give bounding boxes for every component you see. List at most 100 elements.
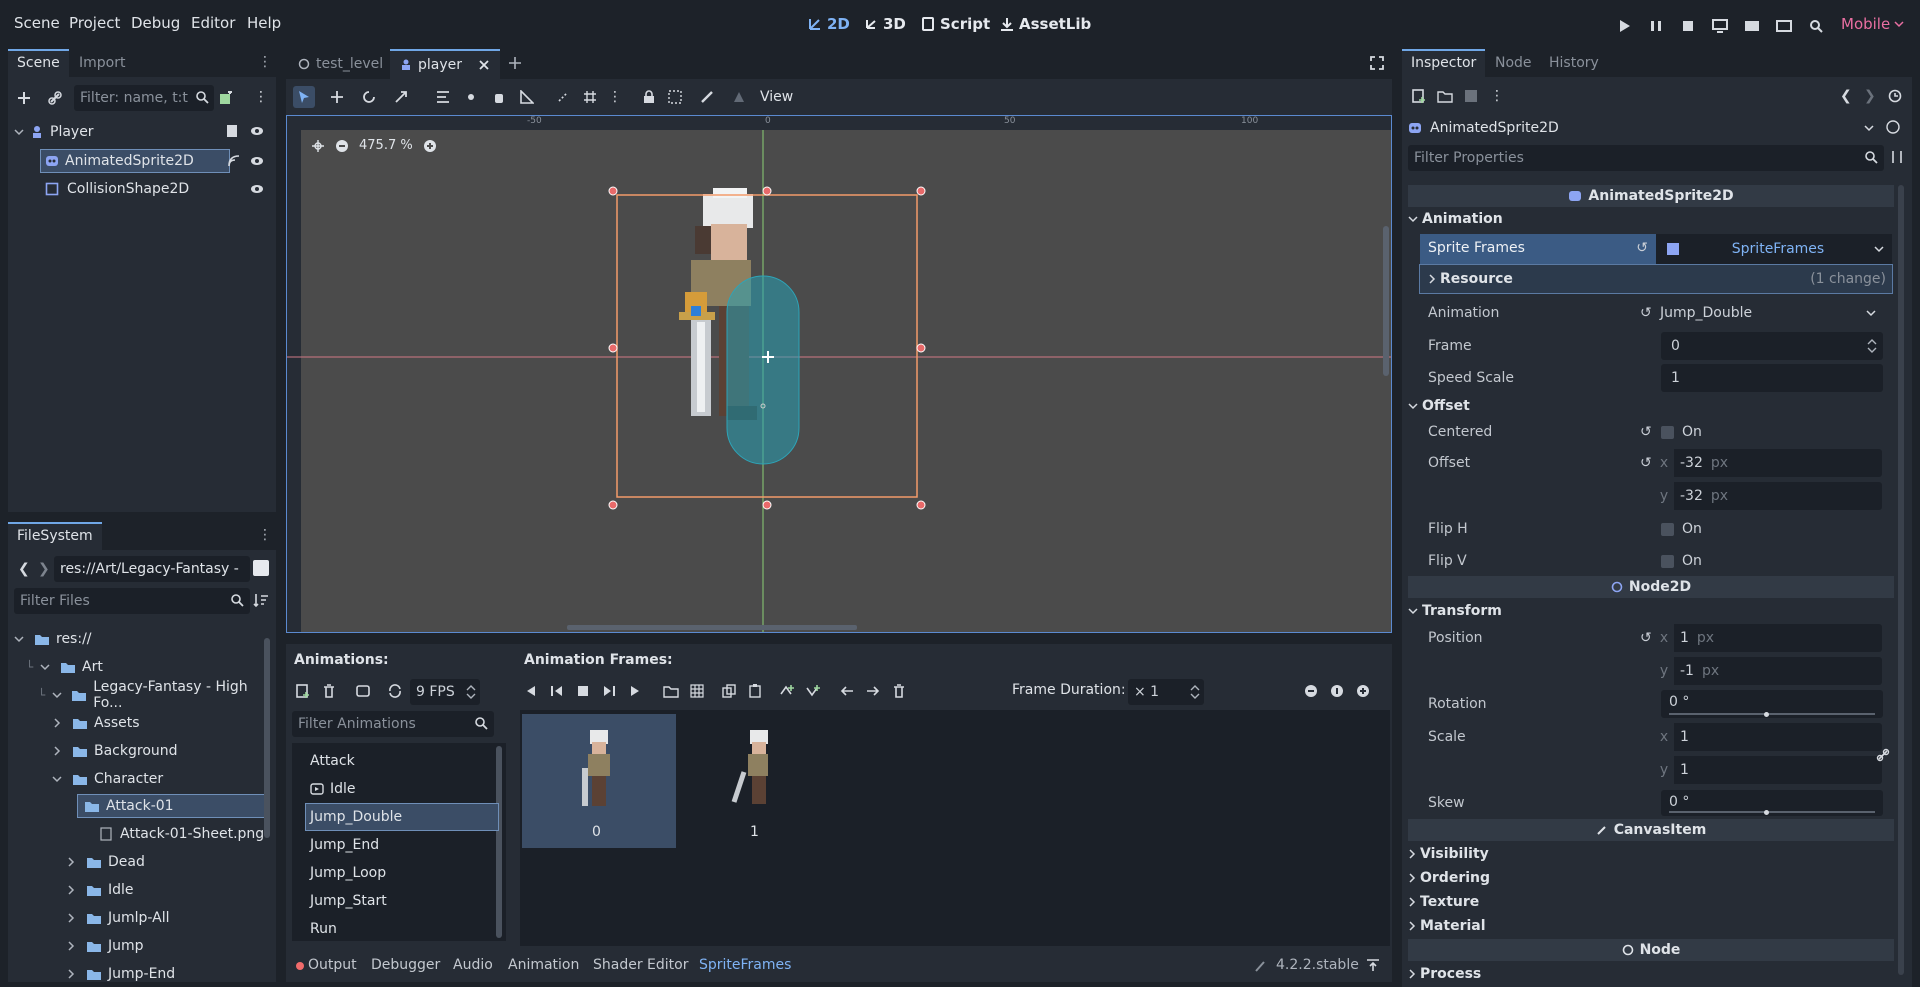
group-process[interactable]: Process bbox=[1408, 963, 1481, 985]
delete-frame-icon[interactable] bbox=[888, 680, 910, 702]
animation-item-jump-double[interactable]: Jump_Double bbox=[305, 803, 499, 831]
fullscreen-icon[interactable] bbox=[1370, 56, 1384, 70]
tree-node-animatedsprite2d[interactable]: AnimatedSprite2D bbox=[40, 149, 230, 173]
tab-import[interactable]: Import bbox=[70, 49, 134, 77]
filter-files-input[interactable]: Filter Files bbox=[14, 588, 250, 614]
load-folder-icon[interactable] bbox=[660, 680, 682, 702]
canvas-viewport[interactable]: -50 0 50 100 475.7 % bbox=[286, 115, 1392, 633]
pivot-tool-icon[interactable] bbox=[460, 86, 482, 108]
paste-icon[interactable] bbox=[744, 680, 766, 702]
dock-menu-icon[interactable]: ⋮ bbox=[258, 527, 272, 543]
resource-subgroup[interactable]: Resource (1 change) bbox=[1419, 264, 1893, 294]
move-left-icon[interactable] bbox=[836, 680, 858, 702]
script-attached-icon[interactable] bbox=[226, 124, 238, 138]
play-from-start-icon[interactable] bbox=[598, 680, 620, 702]
zoom-in-icon[interactable] bbox=[1352, 680, 1374, 702]
fps-spinbox[interactable]: 9 FPS bbox=[410, 679, 480, 705]
new-resource-icon[interactable] bbox=[1408, 85, 1430, 107]
scene-menu-icon[interactable]: ⋮ bbox=[254, 89, 268, 105]
inspector-menu-icon[interactable]: ⋮ bbox=[1486, 85, 1508, 107]
copy-icon[interactable] bbox=[718, 680, 740, 702]
split-mode-icon[interactable] bbox=[252, 559, 270, 577]
fs-item-res[interactable]: res:// bbox=[14, 628, 92, 650]
skeleton-icon[interactable] bbox=[696, 86, 718, 108]
update-spinner-icon[interactable] bbox=[1254, 960, 1266, 972]
ruler-tool-icon[interactable] bbox=[516, 86, 538, 108]
fs-item-idle[interactable]: Idle bbox=[66, 879, 134, 901]
tab-player[interactable]: player bbox=[390, 49, 501, 79]
stop-icon[interactable] bbox=[572, 680, 594, 702]
mode-3d-button[interactable]: 3D bbox=[864, 15, 906, 33]
fs-item-jump[interactable]: Jump bbox=[66, 935, 144, 957]
add-node-icon[interactable] bbox=[13, 87, 35, 109]
centered-checkbox[interactable]: On bbox=[1661, 424, 1702, 440]
tab-history[interactable]: History bbox=[1540, 49, 1608, 77]
tab-node[interactable]: Node bbox=[1486, 49, 1541, 77]
rotate-tool-icon[interactable] bbox=[358, 86, 380, 108]
play-icon[interactable] bbox=[1613, 15, 1635, 37]
slider-grabber[interactable] bbox=[1764, 712, 1769, 717]
play-backwards-from-end-icon[interactable] bbox=[546, 680, 568, 702]
group-icon[interactable] bbox=[664, 86, 686, 108]
remote-debug-icon[interactable] bbox=[1709, 15, 1731, 37]
camera-override-icon[interactable] bbox=[728, 86, 750, 108]
select-tool-icon[interactable] bbox=[293, 86, 315, 108]
zoom-out-icon[interactable] bbox=[1300, 680, 1322, 702]
fs-item-legacy-fantasy[interactable]: └ Legacy-Fantasy - High Fo... bbox=[38, 679, 276, 711]
snap-options-icon[interactable]: ⋮ bbox=[604, 86, 626, 108]
pan-tool-icon[interactable] bbox=[488, 86, 510, 108]
history-icon[interactable] bbox=[1888, 89, 1902, 103]
menu-editor[interactable]: Editor bbox=[191, 14, 235, 32]
renderer-selector[interactable]: Mobile bbox=[1841, 15, 1904, 33]
stop-icon[interactable] bbox=[1677, 15, 1699, 37]
tab-shader-editor[interactable]: Shader Editor bbox=[593, 957, 688, 973]
revert-icon[interactable]: ↺ bbox=[1636, 240, 1648, 256]
play-backwards-icon[interactable] bbox=[520, 680, 542, 702]
visibility-eye-icon[interactable] bbox=[250, 124, 264, 138]
slider-grabber[interactable] bbox=[1764, 810, 1769, 815]
instance-scene-icon[interactable] bbox=[215, 87, 237, 109]
fs-item-jumlp-all[interactable]: Jumlp-All bbox=[66, 907, 170, 929]
property-options-icon[interactable] bbox=[1890, 150, 1904, 164]
revert-icon[interactable]: ↺ bbox=[1640, 630, 1652, 646]
tab-debugger[interactable]: Debugger bbox=[371, 957, 440, 973]
scrollbar[interactable] bbox=[264, 638, 270, 838]
fs-item-character[interactable]: Character bbox=[52, 768, 163, 790]
frame-thumb-0[interactable]: 0 bbox=[522, 714, 676, 848]
menu-project[interactable]: Project bbox=[69, 14, 120, 32]
skew-slider[interactable]: 0 ° bbox=[1661, 790, 1883, 816]
tab-spriteframes[interactable]: SpriteFrames bbox=[699, 957, 791, 973]
play-custom-scene-icon[interactable] bbox=[1773, 15, 1795, 37]
tree-node-player[interactable]: Player bbox=[14, 121, 94, 143]
autoplay-icon[interactable] bbox=[352, 680, 374, 702]
filter-properties-input[interactable]: Filter Properties bbox=[1408, 145, 1884, 171]
zoom-reset-icon[interactable] bbox=[1326, 680, 1348, 702]
flip-v-checkbox[interactable]: On bbox=[1661, 553, 1702, 569]
grid-snap-icon[interactable] bbox=[579, 86, 601, 108]
group-transform[interactable]: Transform bbox=[1408, 600, 1502, 622]
fs-item-jump-end[interactable]: Jump-End bbox=[66, 963, 175, 985]
scale-tool-icon[interactable] bbox=[390, 86, 412, 108]
lock-icon[interactable] bbox=[638, 86, 660, 108]
back-arrow-icon[interactable]: ❮ bbox=[1840, 88, 1852, 104]
back-arrow-icon[interactable]: ❮ bbox=[18, 561, 30, 577]
play-scene-icon[interactable] bbox=[1741, 15, 1763, 37]
help-icon[interactable] bbox=[1886, 120, 1900, 134]
insert-before-icon[interactable] bbox=[776, 680, 798, 702]
path-field[interactable]: res://Art/Legacy-Fantasy - bbox=[54, 556, 250, 582]
animation-item-jump-start[interactable]: Jump_Start bbox=[306, 888, 498, 914]
forward-arrow-icon[interactable]: ❯ bbox=[1864, 88, 1876, 104]
view-menu[interactable]: View bbox=[760, 79, 793, 115]
sort-icon[interactable] bbox=[253, 592, 269, 608]
link-icon[interactable] bbox=[44, 87, 66, 109]
menu-help[interactable]: Help bbox=[247, 14, 281, 32]
menu-scene[interactable]: Scene bbox=[14, 14, 60, 32]
forward-arrow-icon[interactable]: ❯ bbox=[38, 561, 50, 577]
animation-item-idle[interactable]: Idle bbox=[306, 776, 498, 802]
animation-item-jump-end[interactable]: Jump_End bbox=[306, 832, 498, 858]
frame-spinbox[interactable]: 0 bbox=[1661, 332, 1883, 360]
close-icon[interactable] bbox=[478, 59, 490, 71]
fs-item-attack-sheet[interactable]: Attack-01-Sheet.png bbox=[94, 823, 264, 845]
fs-item-background[interactable]: Background bbox=[52, 740, 178, 762]
tab-animation[interactable]: Animation bbox=[508, 957, 579, 973]
